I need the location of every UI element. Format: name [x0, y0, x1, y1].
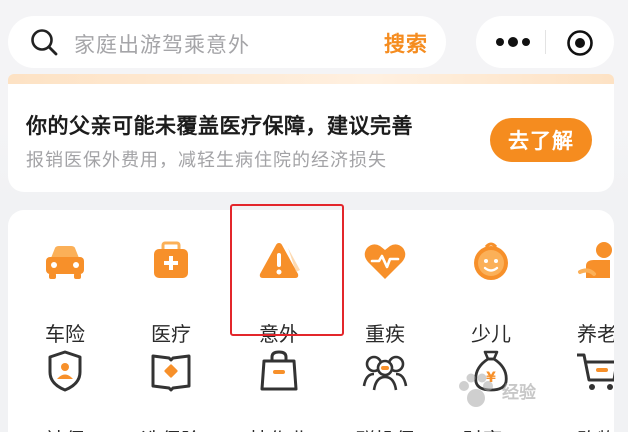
category-label: 抄作业 [226, 424, 332, 432]
elderly-care-icon [578, 242, 612, 278]
watermark-text: 经验 [502, 383, 536, 403]
category-label: 群投保 [332, 424, 438, 432]
medical-kit-icon [154, 241, 188, 278]
car-icon [46, 246, 84, 279]
highlight-box [230, 204, 344, 336]
category-label: 选保险 [118, 424, 224, 432]
watermark: 经验 [452, 366, 628, 422]
target-close-icon[interactable] [566, 29, 594, 57]
category-medical[interactable]: 医疗 [118, 238, 222, 346]
search-button[interactable]: 搜索 [384, 28, 428, 58]
category-car[interactable]: 车险 [12, 238, 116, 346]
child-face-icon [474, 242, 508, 280]
coverage-notice-card[interactable]: 你的父亲可能未覆盖医疗保障，建议完善 报销医保外费用，减轻生病住院的经济损失 去… [8, 84, 614, 192]
notice-subtitle: 报销医保外费用，减轻生病住院的经济损失 [26, 150, 387, 171]
paw-logo-icon [459, 373, 493, 407]
book-icon [151, 354, 191, 392]
search-bar[interactable]: 家庭出游驾乘意外 搜索 [8, 16, 446, 68]
category-label: 少儿 [471, 322, 511, 346]
bag-icon [260, 350, 298, 391]
capsule-divider [545, 30, 546, 54]
category-label: 财富+ [438, 424, 544, 432]
category-label: 养老 [577, 322, 614, 346]
category-group-insure[interactable]: 群投保 [332, 348, 436, 432]
category-label: 社保 [12, 424, 118, 432]
group-icon [362, 355, 408, 391]
category-label: 医疗 [151, 322, 191, 346]
category-choose-insurance[interactable]: 选保险 [118, 348, 222, 432]
search-input[interactable]: 家庭出游驾乘意外 [74, 29, 250, 59]
category-social-security[interactable]: 社保 [12, 348, 116, 432]
learn-more-button[interactable]: 去了解 [490, 118, 592, 162]
search-icon [31, 29, 58, 56]
heart-pulse-icon [364, 244, 406, 279]
category-label: 重疾 [365, 322, 405, 346]
more-dots-icon[interactable] [494, 32, 532, 52]
category-children[interactable]: 少儿 [438, 238, 542, 346]
category-pension[interactable]: 养老 [544, 238, 614, 346]
social-security-icon [48, 350, 82, 392]
miniprogram-capsule [476, 16, 614, 68]
notice-stripe [8, 74, 614, 84]
category-label: 车险 [45, 322, 85, 346]
category-critical-illness[interactable]: 重疾 [332, 238, 436, 346]
category-copy-homework[interactable]: 抄作业 [226, 348, 330, 432]
category-label: 购物 [544, 424, 614, 432]
notice-title: 你的父亲可能未覆盖医疗保障，建议完善 [26, 114, 413, 138]
